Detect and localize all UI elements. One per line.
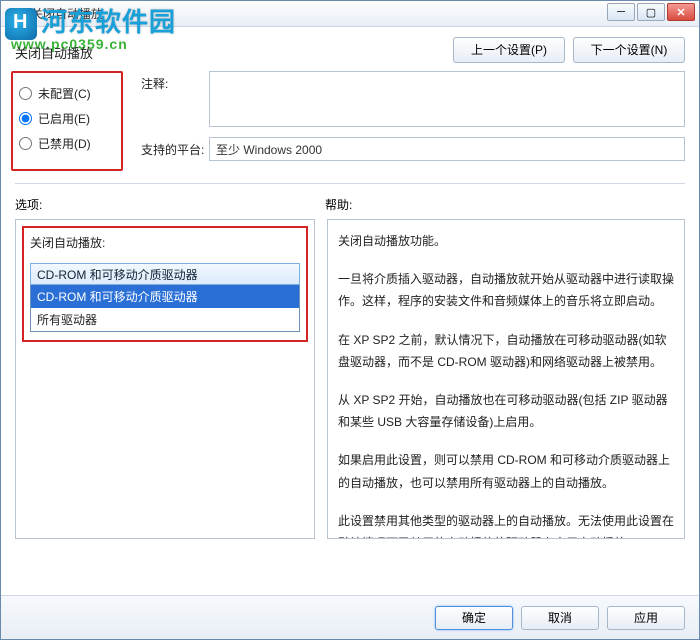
radio-enabled-input[interactable] bbox=[19, 112, 32, 125]
next-setting-button[interactable]: 下一个设置(N) bbox=[573, 37, 685, 63]
minimize-button[interactable]: ─ bbox=[607, 3, 635, 21]
app-icon bbox=[9, 6, 25, 22]
platform-value: 至少 Windows 2000 bbox=[209, 137, 685, 161]
combo-selected-value[interactable]: CD-ROM 和可移动介质驱动器 bbox=[30, 263, 300, 285]
help-paragraph: 一旦将介质插入驱动器，自动播放就开始从驱动器中进行读取操作。这样，程序的安装文件… bbox=[338, 268, 674, 312]
radio-disabled-input[interactable] bbox=[19, 137, 32, 150]
autoplay-combo[interactable]: CD-ROM 和可移动介质驱动器 CD-ROM 和可移动介质驱动器 所有驱动器 bbox=[30, 263, 300, 332]
radio-disabled[interactable]: 已禁用(D) bbox=[17, 135, 117, 152]
radio-not-configured-input[interactable] bbox=[19, 87, 32, 100]
help-paragraph: 在 XP SP2 之前，默认情况下，自动播放在可移动驱动器(如软盘驱动器，而不是… bbox=[338, 329, 674, 373]
window-title: 关闭自动播放 bbox=[31, 5, 103, 22]
options-panel: 关闭自动播放: CD-ROM 和可移动介质驱动器 CD-ROM 和可移动介质驱动… bbox=[15, 219, 315, 539]
radio-enabled[interactable]: 已启用(E) bbox=[17, 110, 117, 127]
radio-disabled-label: 已禁用(D) bbox=[38, 135, 91, 152]
bottom-button-bar: 确定 取消 应用 bbox=[1, 595, 699, 639]
platform-label: 支持的平台: bbox=[141, 137, 209, 158]
combo-dropdown: CD-ROM 和可移动介质驱动器 所有驱动器 bbox=[30, 285, 300, 332]
help-paragraph: 从 XP SP2 开始，自动播放也在可移动驱动器(包括 ZIP 驱动器和某些 U… bbox=[338, 389, 674, 433]
divider bbox=[15, 183, 685, 184]
help-paragraph: 关闭自动播放功能。 bbox=[338, 230, 674, 252]
help-panel[interactable]: 关闭自动播放功能。 一旦将介质插入驱动器，自动播放就开始从驱动器中进行读取操作。… bbox=[327, 219, 685, 539]
radio-not-configured[interactable]: 未配置(C) bbox=[17, 85, 117, 102]
apply-button[interactable]: 应用 bbox=[607, 606, 685, 630]
options-label: 选项: bbox=[15, 196, 325, 213]
dropdown-item-all[interactable]: 所有驱动器 bbox=[31, 308, 299, 331]
help-paragraph: 此设置禁用其他类型的驱动器上的自动播放。无法使用此设置在默认情况下已禁用的自动播… bbox=[338, 510, 674, 539]
maximize-icon: ▢ bbox=[646, 6, 656, 19]
help-label: 帮助: bbox=[325, 196, 352, 213]
maximize-button[interactable]: ▢ bbox=[637, 3, 665, 21]
ok-button[interactable]: 确定 bbox=[435, 606, 513, 630]
close-icon: ✕ bbox=[676, 6, 685, 19]
minimize-icon: ─ bbox=[617, 6, 625, 18]
state-radio-group: 未配置(C) 已启用(E) 已禁用(D) bbox=[11, 71, 123, 171]
dialog-window: 关闭自动播放 ─ ▢ ✕ 河东软件园 www.pc0359.cn 关闭自动播放 … bbox=[0, 0, 700, 640]
comment-textarea[interactable] bbox=[209, 71, 685, 127]
titlebar[interactable]: 关闭自动播放 ─ ▢ ✕ bbox=[1, 1, 699, 27]
radio-not-configured-label: 未配置(C) bbox=[38, 85, 91, 102]
option-group-title: 关闭自动播放: bbox=[30, 234, 300, 251]
radio-enabled-label: 已启用(E) bbox=[38, 110, 90, 127]
prev-setting-button[interactable]: 上一个设置(P) bbox=[453, 37, 565, 63]
cancel-button[interactable]: 取消 bbox=[521, 606, 599, 630]
options-highlight-group: 关闭自动播放: CD-ROM 和可移动介质驱动器 CD-ROM 和可移动介质驱动… bbox=[22, 226, 308, 342]
close-button[interactable]: ✕ bbox=[667, 3, 695, 21]
comment-label: 注释: bbox=[141, 71, 209, 92]
setting-title: 关闭自动播放 bbox=[15, 37, 453, 62]
help-paragraph: 如果启用此设置，则可以禁用 CD-ROM 和可移动介质驱动器上的自动播放，也可以… bbox=[338, 449, 674, 493]
dropdown-item-cdrom[interactable]: CD-ROM 和可移动介质驱动器 bbox=[31, 285, 299, 308]
content-area: 关闭自动播放 上一个设置(P) 下一个设置(N) 未配置(C) 已启用(E) 已… bbox=[1, 27, 699, 639]
